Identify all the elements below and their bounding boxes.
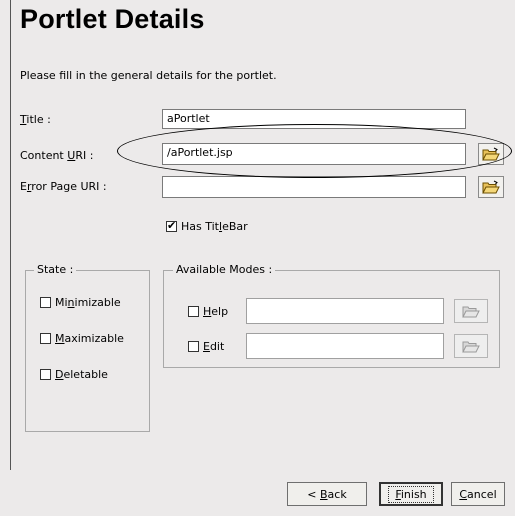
help-mode-browse-button[interactable] [454,299,488,323]
edit-mode-checkbox[interactable]: Edit [188,340,224,353]
modes-group-title: Available Modes : [173,263,276,276]
edit-mode-browse-button[interactable] [454,334,488,358]
maximizable-label: Maximizable [55,332,124,345]
page-description: Please fill in the general details for t… [20,69,277,82]
deletable-label: Deletable [55,368,108,381]
back-button[interactable]: < Back [287,482,367,506]
has-titlebar-checkbox[interactable]: Has TitleBar [166,219,248,233]
maximizable-check[interactable] [40,333,51,344]
left-divider [10,0,11,470]
edit-mode-field[interactable] [246,333,444,359]
error-uri-label: Error Page URI : [20,180,107,193]
content-uri-browse-button[interactable] [478,143,504,165]
finish-button-label: Finish [388,485,434,503]
minimizable-checkbox[interactable]: Minimizable [40,296,121,309]
error-uri-field[interactable] [162,176,466,198]
deletable-check[interactable] [40,369,51,380]
minimizable-label: Minimizable [55,296,121,309]
folder-open-icon [482,180,500,193]
help-mode-label: Help [203,305,229,318]
minimizable-check[interactable] [40,297,51,308]
has-titlebar-check[interactable] [166,219,177,232]
state-group-title: State : [34,263,77,276]
title-label: Title : [20,113,51,126]
back-button-label: < Back [307,487,347,501]
error-uri-browse-button[interactable] [478,176,504,198]
cancel-button[interactable]: Cancel [451,482,505,506]
edit-mode-label: Edit [203,340,225,353]
has-titlebar-label: Has TitleBar [181,220,248,233]
help-mode-checkbox[interactable]: Help [188,305,228,318]
help-mode-check[interactable] [188,306,199,317]
cancel-button-label: Cancel [459,487,497,501]
folder-open-icon [462,306,480,317]
content-uri-label: Content URI : [20,149,94,162]
wizard-panel: Portlet Details Please fill in the gener… [0,0,515,516]
state-group [25,270,150,432]
folder-open-icon [462,341,480,352]
page-title: Portlet Details [20,4,205,34]
maximizable-checkbox[interactable]: Maximizable [40,332,124,345]
help-mode-field[interactable] [246,298,444,324]
finish-button[interactable]: Finish [379,482,443,506]
title-field[interactable]: aPortlet [162,109,466,129]
content-uri-field[interactable]: /aPortlet.jsp [162,143,466,165]
deletable-checkbox[interactable]: Deletable [40,368,108,381]
edit-mode-check[interactable] [188,341,199,352]
folder-open-icon [482,147,500,160]
